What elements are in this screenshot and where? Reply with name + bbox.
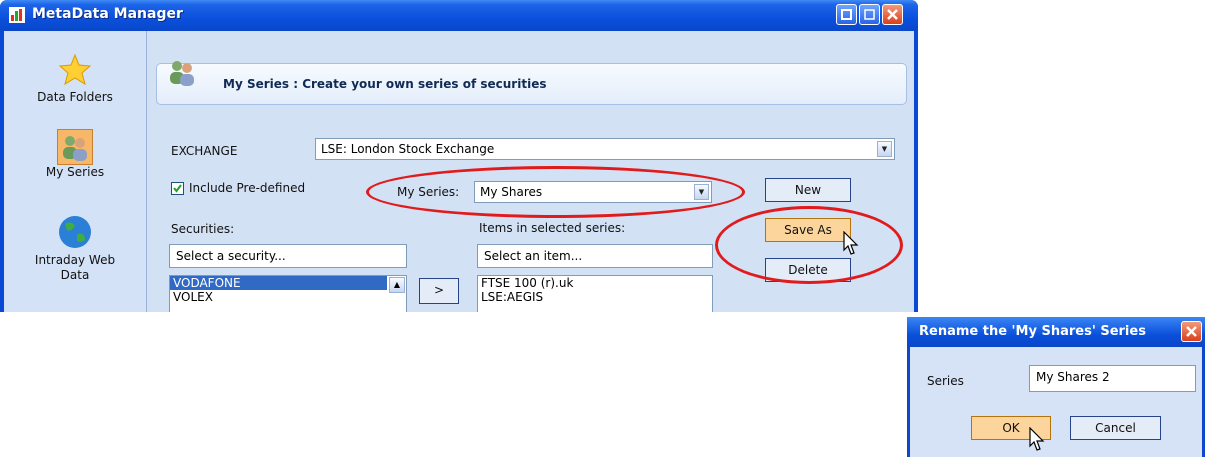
highlight-ellipse <box>366 166 745 218</box>
dialog-body: Series My Shares 2 OK Cancel <box>910 347 1202 457</box>
securities-list[interactable]: VODAFONE VOLEX ▲ <box>169 275 407 312</box>
dialog-title-bar[interactable]: Rename the 'My Shares' Series <box>907 317 1205 347</box>
sidebar-item-data-folders[interactable]: Data Folders <box>4 53 146 104</box>
list-item[interactable]: VOLEX <box>170 290 406 304</box>
mouse-cursor-icon <box>843 231 859 255</box>
star-icon <box>58 53 92 86</box>
include-predefined-checkbox[interactable] <box>171 182 184 195</box>
window-body: Data Folders My Series Intraday Web Data <box>4 31 914 312</box>
sidebar-item-label: Data Folders <box>37 90 113 104</box>
sidebar-item-my-series[interactable]: My Series <box>4 129 146 179</box>
mouse-cursor-icon <box>1029 427 1045 451</box>
exchange-select[interactable]: LSE: London Stock Exchange ▼ <box>315 138 895 160</box>
maximize-icon <box>864 9 875 20</box>
metadata-manager-window: MetaData Manager Data Folders My Series … <box>0 0 918 312</box>
securities-label: Securities: <box>171 222 235 236</box>
sidebar-item-intraday-web-data[interactable]: Intraday Web Data <box>4 214 146 283</box>
globe-icon <box>59 216 91 248</box>
chevron-down-icon[interactable]: ▼ <box>877 141 892 157</box>
highlight-ellipse <box>715 206 903 284</box>
new-button[interactable]: New <box>765 178 851 202</box>
list-item[interactable]: FTSE 100 (r).uk <box>478 276 712 290</box>
window-title: MetaData Manager <box>32 6 183 22</box>
dialog-title: Rename the 'My Shares' Series <box>919 324 1146 339</box>
sidebar-item-label: Intraday Web Data <box>34 253 116 282</box>
list-item[interactable]: LSE:AEGIS <box>478 290 712 304</box>
title-bar[interactable]: MetaData Manager <box>0 0 918 31</box>
include-predefined-label: Include Pre-defined <box>189 181 306 195</box>
selected-indicator <box>57 129 93 165</box>
minimize-icon <box>841 9 852 20</box>
series-name-input[interactable]: My Shares 2 <box>1029 365 1196 392</box>
security-search-input[interactable]: Select a security... <box>169 244 407 268</box>
cancel-button[interactable]: Cancel <box>1070 416 1161 440</box>
list-item[interactable]: VODAFONE <box>170 276 387 290</box>
series-label: Series <box>927 374 964 388</box>
close-button[interactable] <box>882 4 903 25</box>
add-to-series-button[interactable]: > <box>419 278 459 304</box>
item-search-input[interactable]: Select an item... <box>477 244 713 268</box>
scroll-up-button[interactable]: ▲ <box>389 277 405 293</box>
dialog-close-button[interactable] <box>1181 321 1202 342</box>
items-label: Items in selected series: <box>479 221 626 235</box>
close-icon <box>1186 326 1197 337</box>
app-icon <box>9 7 25 23</box>
rename-series-dialog: Rename the 'My Shares' Series Series My … <box>907 317 1205 457</box>
security-search-placeholder: Select a security... <box>176 249 286 263</box>
series-name-value: My Shares 2 <box>1036 370 1110 384</box>
sidebar-item-label: My Series <box>45 165 105 179</box>
content-panel: My Series : Create your own series of se… <box>151 31 914 312</box>
sidebar: Data Folders My Series Intraday Web Data <box>4 31 147 312</box>
maximize-button[interactable] <box>859 4 880 25</box>
people-icon <box>170 61 194 86</box>
people-icon <box>63 136 87 161</box>
series-items-list[interactable]: FTSE 100 (r).uk LSE:AEGIS <box>477 275 713 312</box>
checkmark-icon <box>173 184 182 193</box>
exchange-label: EXCHANGE <box>171 144 238 158</box>
minimize-button[interactable] <box>836 4 857 25</box>
exchange-value: LSE: London Stock Exchange <box>321 142 495 156</box>
item-search-placeholder: Select an item... <box>484 249 583 263</box>
page-title: My Series : Create your own series of se… <box>223 77 547 91</box>
header-panel: My Series : Create your own series of se… <box>156 61 907 105</box>
close-icon <box>887 9 898 20</box>
